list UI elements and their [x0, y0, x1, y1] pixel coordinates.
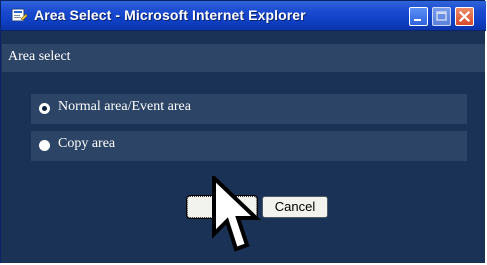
window-titlebar[interactable]: Area Select - Microsoft Internet Explore…: [1, 1, 486, 31]
maximize-button[interactable]: [432, 7, 451, 26]
cancel-button[interactable]: Cancel: [262, 196, 328, 218]
window-title: Area Select - Microsoft Internet Explore…: [34, 7, 306, 23]
ie-page-icon: [11, 8, 28, 23]
radio-selected-dot: [42, 106, 47, 111]
close-button[interactable]: [455, 7, 474, 26]
normal-area-radio[interactable]: [39, 103, 50, 114]
close-icon: [458, 10, 471, 23]
mouse-pointer-icon: [212, 176, 261, 252]
minimize-button[interactable]: [409, 7, 428, 26]
copy-area-label[interactable]: Copy area: [58, 136, 115, 152]
normal-area-label[interactable]: Normal area/Event area: [58, 99, 191, 115]
minimize-icon: [414, 19, 421, 21]
normal-area-option-row[interactable]: Normal area/Event area: [31, 94, 467, 124]
maximize-icon: [436, 11, 447, 21]
area-select-header: Area select: [2, 44, 485, 72]
copy-area-option-row[interactable]: Copy area: [31, 131, 467, 161]
area-select-heading: Area select: [8, 49, 71, 64]
copy-area-radio[interactable]: [39, 140, 50, 151]
